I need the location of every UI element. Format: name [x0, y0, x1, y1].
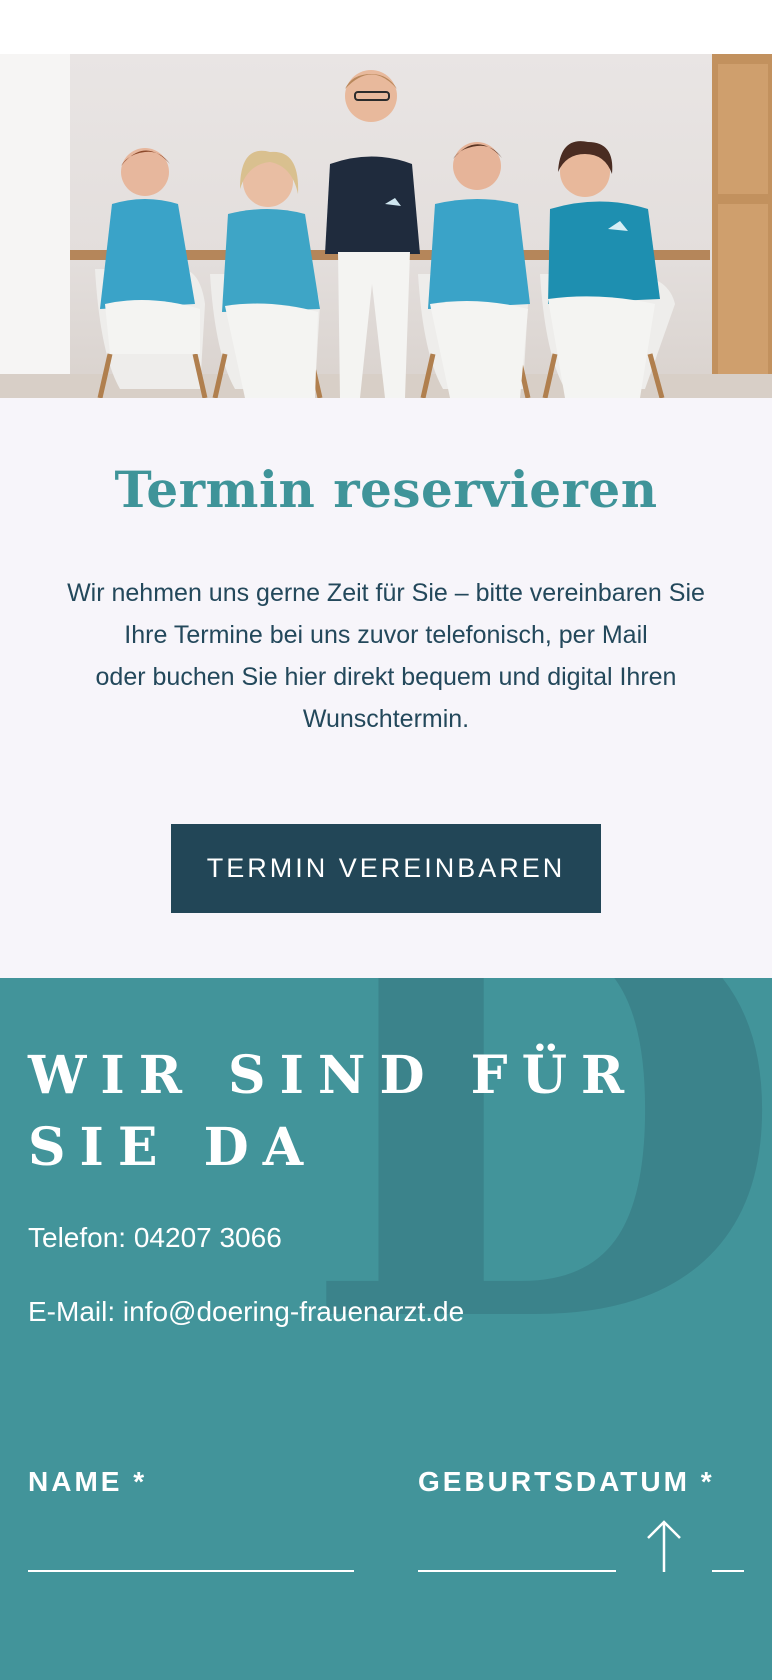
person-3 [325, 70, 420, 398]
appointment-description: Wir nehmen uns gerne Zeit für Sie – bitt… [24, 572, 748, 740]
contact-title-line: WIR SIND FÜR [28, 1045, 639, 1106]
team-photo [0, 54, 772, 398]
birthdate-field-label: GEBURTSDATUM * [418, 1466, 715, 1497]
appointment-text-line: Wunschtermin. [302, 705, 470, 733]
person-4 [418, 142, 531, 398]
person-2 [210, 150, 323, 398]
name-field-label: NAME * [28, 1466, 148, 1497]
input-underline-segment [712, 1570, 744, 1572]
person-1 [95, 148, 208, 398]
arrow-up-icon [647, 1520, 681, 1572]
top-bar [0, 0, 772, 54]
name-input[interactable] [28, 1570, 354, 1572]
appointment-section: Termin reservieren Wir nehmen uns gerne … [0, 398, 772, 978]
contact-section: D WIR SIND FÜR SIE DA Telefon: 04207 306… [0, 978, 772, 1680]
team-photo-illustration [0, 54, 772, 398]
email-link[interactable]: E-Mail: info@doering-frauenarzt.de [28, 1296, 464, 1328]
birthdate-input[interactable] [418, 1570, 616, 1572]
phone-link[interactable]: Telefon: 04207 3066 [28, 1222, 282, 1254]
appointment-text-line: Wir nehmen uns gerne Zeit für Sie – bitt… [67, 579, 705, 607]
appointment-text-line: Ihre Termine bei uns zuvor telefonisch, … [124, 621, 648, 649]
scroll-to-top-button[interactable] [643, 1518, 685, 1574]
person-5 [540, 141, 675, 398]
appointment-text-line: oder buchen Sie hier direkt bequem und d… [95, 663, 677, 691]
appointment-title: Termin reservieren [114, 460, 658, 519]
book-appointment-button[interactable]: TERMIN VEREINBAREN [171, 824, 601, 913]
contact-title: WIR SIND FÜR SIE DA [28, 1040, 748, 1184]
contact-title-line: SIE DA [28, 1117, 318, 1178]
